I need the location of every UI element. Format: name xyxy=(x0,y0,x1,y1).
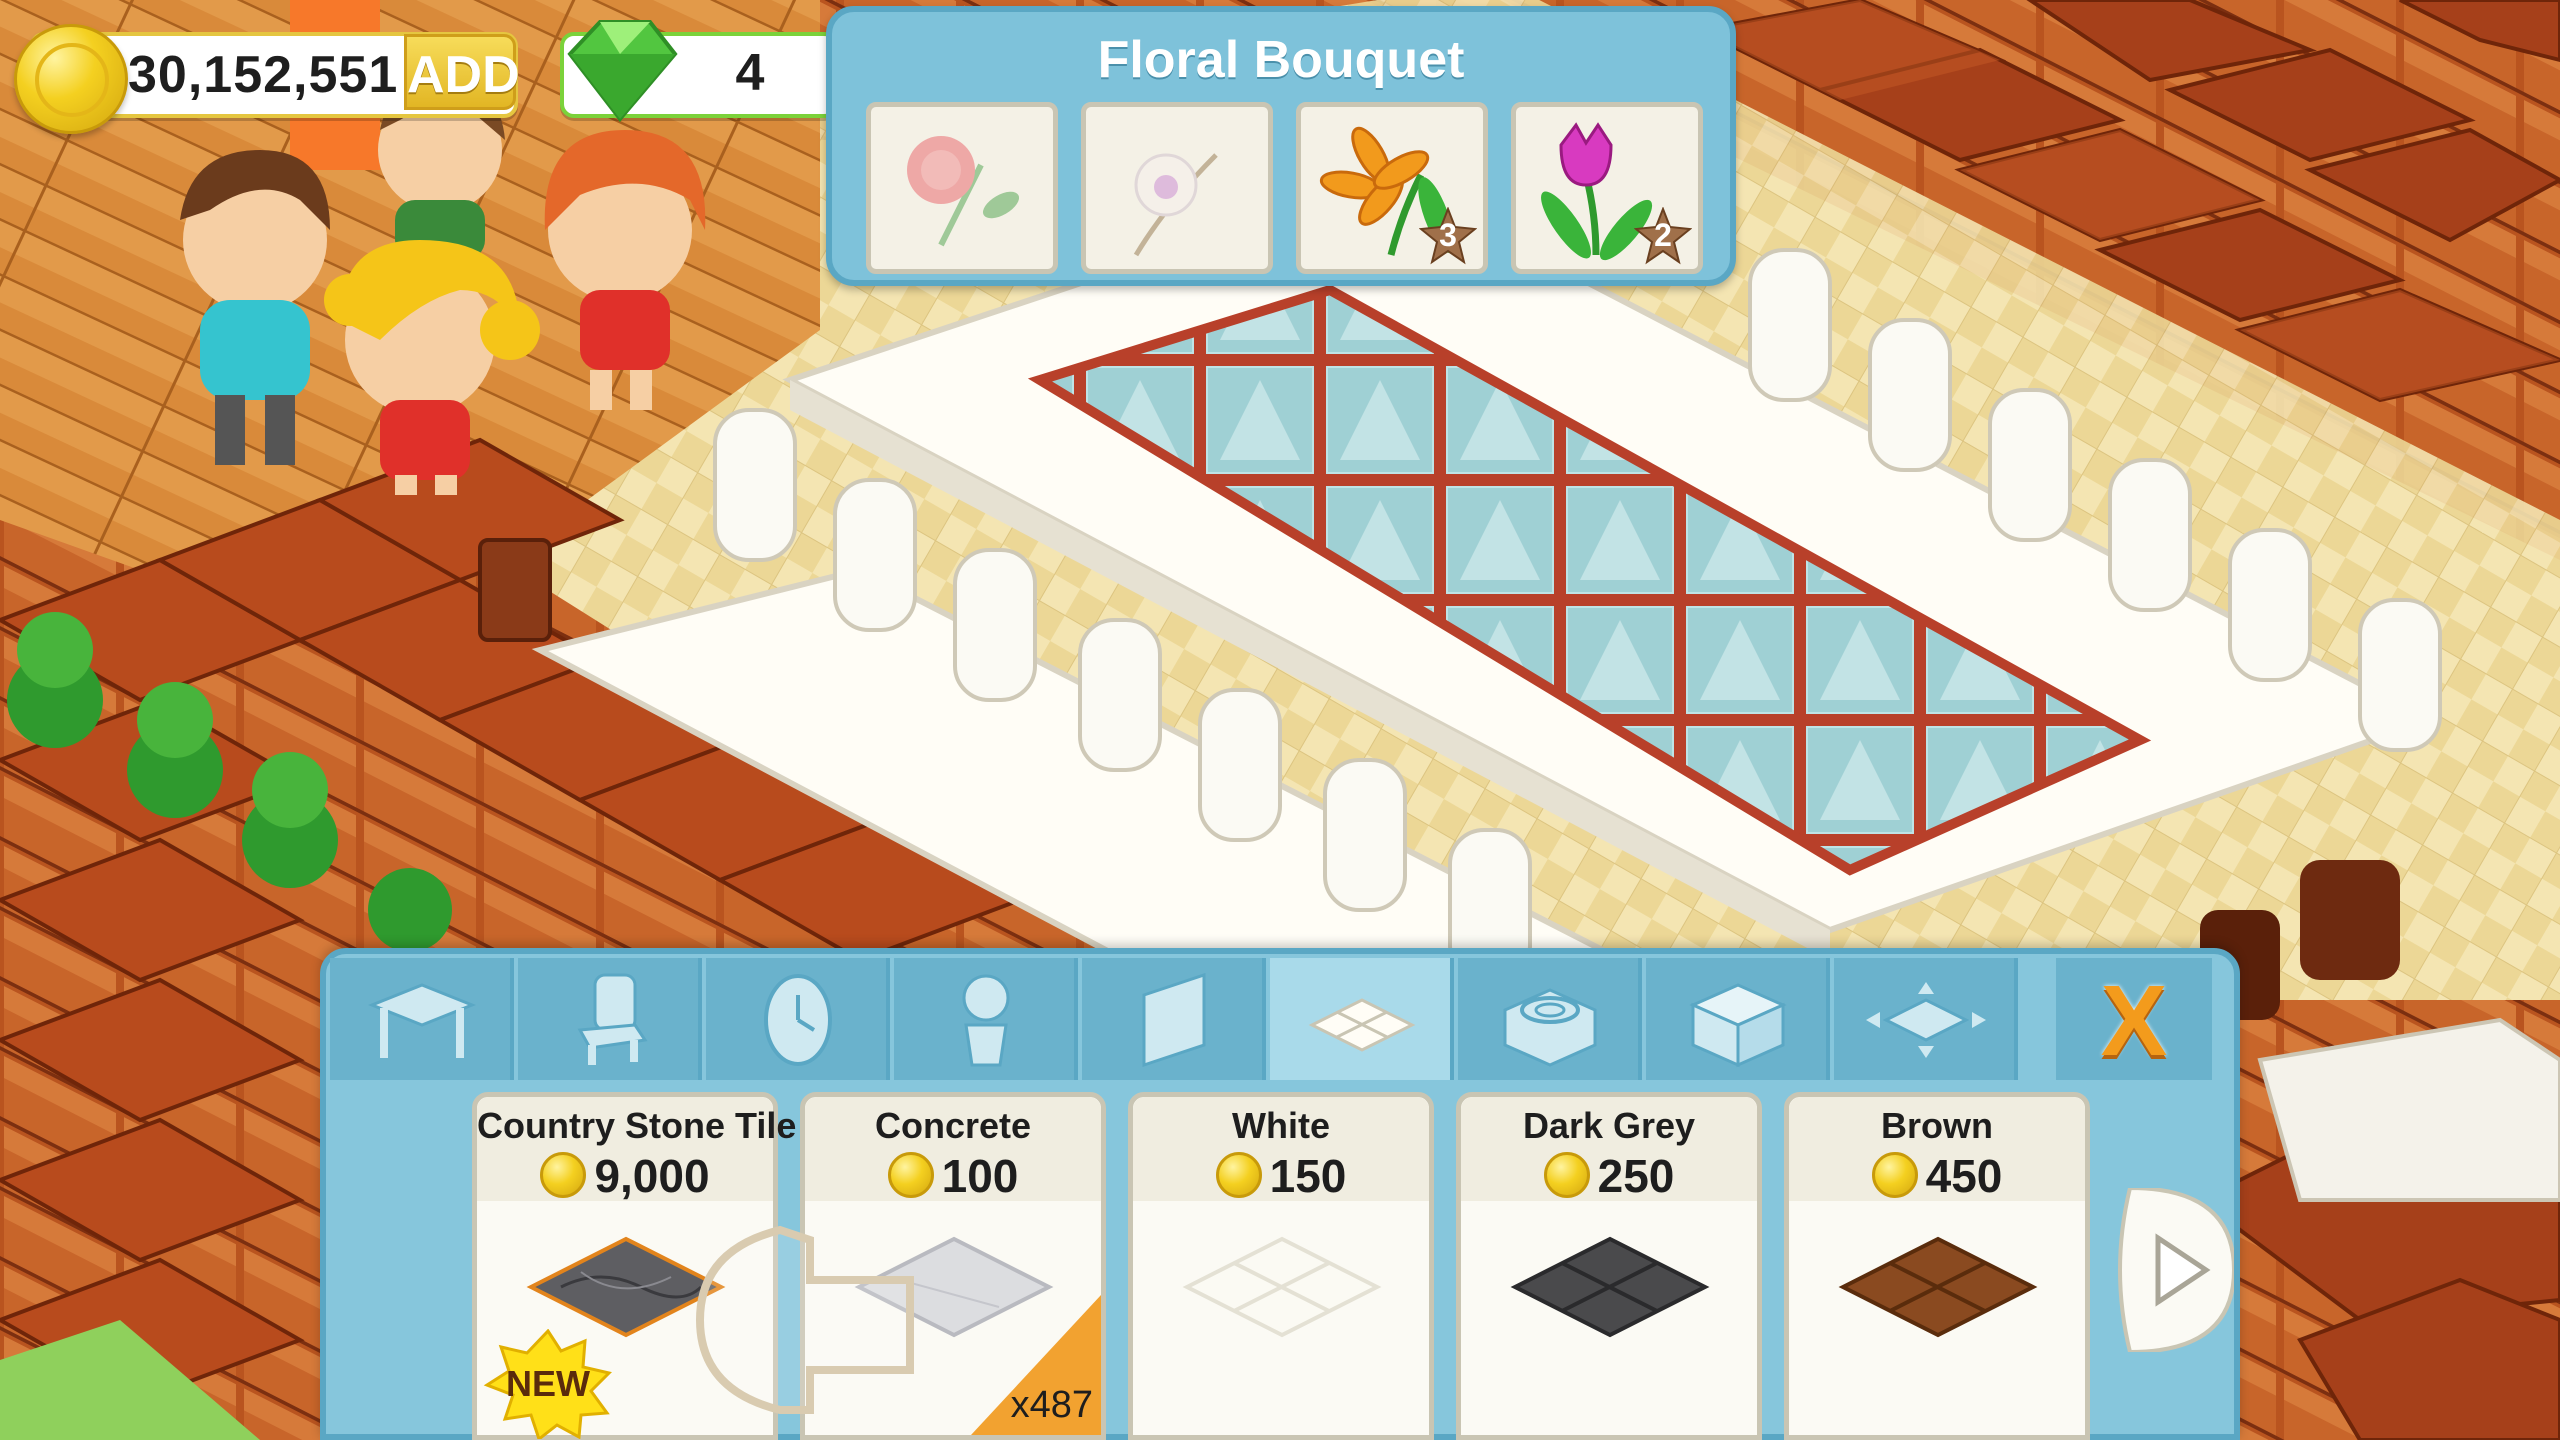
ingredient-slot-rose[interactable] xyxy=(866,102,1058,274)
recipe-panel: Floral Bouquet 3 2 xyxy=(826,6,1736,286)
plant-icon xyxy=(962,974,1010,1067)
item-card-white[interactable]: White 150 xyxy=(1128,1092,1434,1440)
item-price: 100 xyxy=(941,1150,1019,1202)
item-price: 450 xyxy=(1925,1150,2003,1202)
tab-stoves[interactable] xyxy=(1458,958,1642,1080)
item-price-row: 250 xyxy=(1461,1149,1757,1202)
owned-count: x487 xyxy=(1010,1384,1093,1426)
item-price-row: 450 xyxy=(1789,1149,2085,1202)
item-name: Concrete xyxy=(874,1105,1032,1146)
item-name: Brown xyxy=(1881,1105,1993,1146)
tab-chairs[interactable] xyxy=(518,958,702,1080)
counter-icon xyxy=(1689,983,1787,1068)
new-badge: NEW xyxy=(483,1329,613,1439)
tab-counters[interactable] xyxy=(1646,958,1830,1080)
expand-icon xyxy=(1866,982,1986,1058)
ingredient-slot-orchid[interactable] xyxy=(1081,102,1273,274)
coin-icon xyxy=(887,1152,934,1198)
item-price: 250 xyxy=(1597,1150,1675,1202)
ingredient-slot-tulip[interactable]: 2 xyxy=(1511,102,1703,274)
coin-icon xyxy=(1215,1152,1262,1198)
tab-floors[interactable] xyxy=(1270,958,1454,1080)
tab-expand[interactable] xyxy=(1834,958,2018,1080)
next-page-button[interactable] xyxy=(2110,1188,2234,1352)
coin-count: 30,152,551 xyxy=(128,46,399,104)
close-icon: X xyxy=(2100,965,2168,1077)
dark-grey-tile-swatch xyxy=(1510,1236,1710,1338)
stove-icon xyxy=(1503,988,1597,1067)
item-name: White xyxy=(1232,1105,1330,1146)
item-name: Country Stone Tile xyxy=(477,1105,797,1146)
coin-icon xyxy=(540,1152,587,1198)
chevron-right-icon xyxy=(2118,1188,2234,1352)
ingredient-slot-lily[interactable]: 3 xyxy=(1296,102,1488,274)
tab-clocks[interactable] xyxy=(706,958,890,1080)
lily-count: 3 xyxy=(1439,217,1457,253)
clock-icon xyxy=(764,974,832,1066)
item-price: 150 xyxy=(1269,1150,1347,1202)
category-tabs xyxy=(330,958,2230,1084)
new-label: NEW xyxy=(506,1363,590,1404)
item-card-brown[interactable]: Brown 450 xyxy=(1784,1092,2090,1440)
tulip-count: 2 xyxy=(1654,217,1672,253)
item-price-row: 150 xyxy=(1133,1149,1429,1202)
floor-tile-icon xyxy=(1308,998,1416,1052)
tab-walls[interactable] xyxy=(1082,958,1266,1080)
close-build-panel-button[interactable]: X xyxy=(2056,958,2212,1080)
chair-icon xyxy=(577,973,648,1065)
coin-icon xyxy=(1543,1152,1590,1198)
coin-icon xyxy=(1871,1152,1918,1198)
gem-count: 4 xyxy=(735,44,765,102)
lily-count-badge: 3 xyxy=(1419,207,1477,265)
item-name: Dark Grey xyxy=(1522,1105,1696,1146)
orchid-icon xyxy=(1133,153,1218,257)
coin-icon xyxy=(14,24,128,134)
hint-arrow-icon xyxy=(695,1225,914,1414)
add-coins-button[interactable]: ADD xyxy=(404,34,520,110)
rose-icon xyxy=(907,136,1020,247)
wall-icon xyxy=(1142,972,1206,1068)
table-icon xyxy=(367,983,477,1058)
tab-plants[interactable] xyxy=(894,958,1078,1080)
tab-tables[interactable] xyxy=(330,958,514,1080)
item-card-dark-grey[interactable]: Dark Grey 250 xyxy=(1456,1092,1762,1440)
item-price-row: 100 xyxy=(805,1149,1101,1202)
item-price-row: 9,000 xyxy=(477,1149,773,1202)
white-tile-swatch xyxy=(1182,1236,1382,1338)
gem-icon xyxy=(567,20,678,123)
brown-tile-swatch xyxy=(1838,1236,2038,1338)
item-price: 9,000 xyxy=(594,1150,710,1202)
tulip-count-badge: 2 xyxy=(1634,207,1692,265)
recipe-title: Floral Bouquet xyxy=(1097,31,1465,89)
